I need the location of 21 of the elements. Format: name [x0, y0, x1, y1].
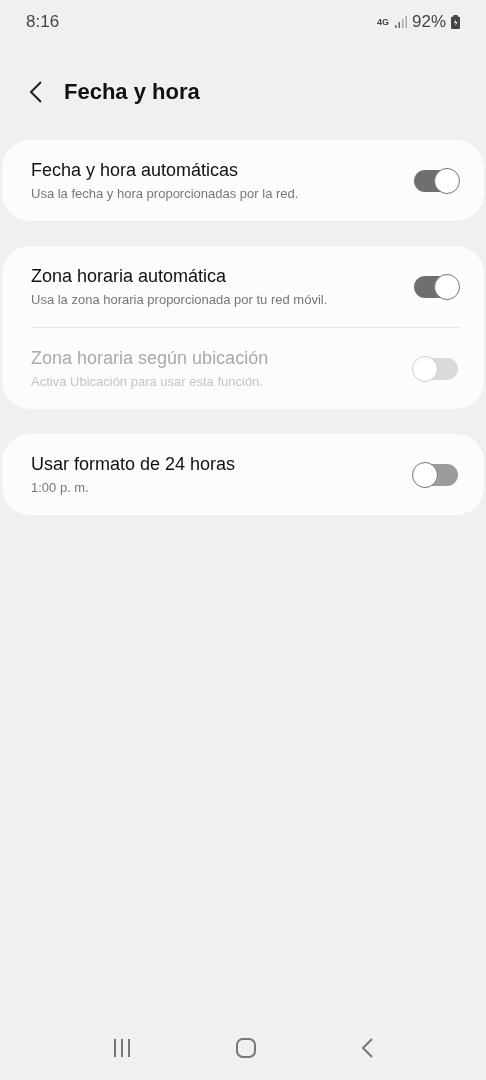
- setting-description: Usa la zona horaria proporcionada por tu red móvil.: [31, 292, 328, 307]
- network-type: 4G: [376, 17, 389, 27]
- page-title: Fecha y hora: [64, 79, 200, 105]
- toggle-switch[interactable]: [412, 167, 460, 194]
- toggle-switch[interactable]: [412, 461, 460, 488]
- setting-title: Zona horaria según ubicación: [31, 348, 269, 369]
- battery-level: 92%: [411, 12, 446, 32]
- battery-icon: [451, 15, 460, 29]
- signal-icon: [393, 16, 407, 28]
- setting-title: Fecha y hora automáticas: [31, 160, 240, 181]
- setting-description: Usa la fecha y hora proporcionadas por la red.: [31, 186, 299, 201]
- setting-title: Zona horaria automática: [31, 266, 228, 287]
- back-icon: [30, 81, 42, 103]
- home-icon: [235, 1037, 257, 1059]
- toggle-switch[interactable]: [412, 273, 460, 300]
- status-time: 8:16: [26, 12, 60, 32]
- recent-apps-icon: [111, 1038, 132, 1058]
- setting-title: Usar formato de 24 horas: [31, 454, 236, 475]
- setting-description: 1:00 p. m.: [31, 480, 90, 495]
- back-icon: [360, 1037, 375, 1059]
- setting-description: Activa Ubicación para usar esta función.: [31, 374, 264, 389]
